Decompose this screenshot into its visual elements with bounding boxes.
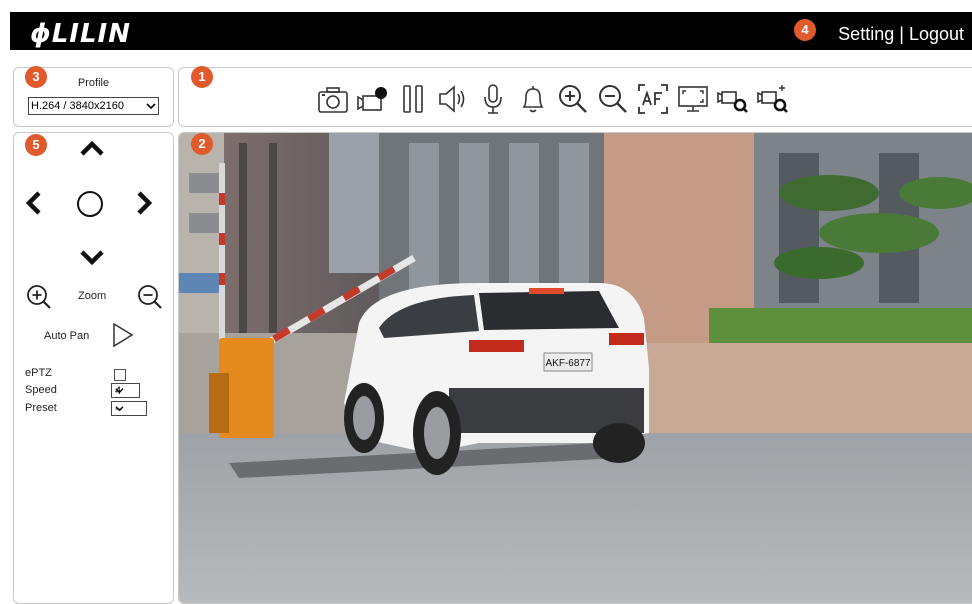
zoom-out-button[interactable] xyxy=(595,81,631,117)
snapshot-icon xyxy=(318,87,348,113)
speaker-icon xyxy=(439,85,465,113)
callout-badge-profile: 3 xyxy=(25,66,47,88)
digital-zoom-plus-icon xyxy=(757,85,788,113)
speaker-button[interactable] xyxy=(435,81,471,117)
record-button[interactable] xyxy=(355,81,391,117)
alarm-button[interactable] xyxy=(515,81,551,117)
callout-badge-video: 2 xyxy=(191,133,213,155)
pause-icon xyxy=(403,85,423,113)
callout-badge-ptz: 5 xyxy=(25,134,47,156)
preset-label: Preset xyxy=(25,402,57,414)
chevron-down-icon xyxy=(146,103,156,110)
preset-select[interactable]: -- xyxy=(111,401,147,416)
zoom-label: Zoom xyxy=(78,290,107,302)
fullscreen-icon xyxy=(678,86,708,112)
ptz-zoom-out-button[interactable] xyxy=(136,283,164,311)
license-plate-text: AKF-6877 xyxy=(545,358,590,369)
fullscreen-button[interactable] xyxy=(675,81,711,117)
speed-label: Speed xyxy=(25,384,57,396)
eptz-checkbox[interactable] xyxy=(114,369,126,381)
ptz-zoom-in-button[interactable] xyxy=(25,283,53,311)
record-icon xyxy=(357,87,387,111)
autofocus-icon xyxy=(638,84,668,114)
ptz-home-button[interactable] xyxy=(75,189,105,219)
toolbar-panel xyxy=(178,67,972,127)
speed-select[interactable]: 4 xyxy=(111,383,140,398)
callout-badge-header: 4 xyxy=(794,19,816,41)
profile-select-value: H.264 / 3840x2160 xyxy=(31,100,124,112)
video-view[interactable]: AKF-6877 xyxy=(178,132,972,604)
zoom-in-button[interactable] xyxy=(555,81,591,117)
chevron-down-icon xyxy=(115,388,124,394)
microphone-icon xyxy=(484,84,502,114)
profile-select[interactable]: H.264 / 3840x2160 xyxy=(28,97,159,115)
logo-mark-icon: ϕ xyxy=(30,19,52,49)
digital-zoom-plus-button[interactable] xyxy=(755,81,791,117)
alarm-bell-icon xyxy=(522,86,544,113)
header-links: Setting | Logout xyxy=(838,24,964,45)
auto-pan-label: Auto Pan xyxy=(44,330,90,342)
callout-badge-toolbar: 1 xyxy=(191,66,213,88)
lilin-logo: ϕLILIN xyxy=(30,19,131,49)
header-separator: | xyxy=(899,24,904,44)
toolbar xyxy=(315,81,791,117)
chevron-down-icon xyxy=(115,406,124,412)
ptz-up-button[interactable] xyxy=(78,137,106,159)
zoom-in-icon xyxy=(559,85,587,113)
eptz-label: ePTZ xyxy=(25,367,52,379)
camera-live-image: AKF-6877 xyxy=(179,133,972,603)
digital-zoom-icon xyxy=(717,91,748,113)
logout-link[interactable]: Logout xyxy=(909,24,964,44)
digital-zoom-button[interactable] xyxy=(715,81,751,117)
logo-text: LILIN xyxy=(51,19,131,49)
autofocus-button[interactable] xyxy=(635,81,671,117)
microphone-button[interactable] xyxy=(475,81,511,117)
ptz-right-button[interactable] xyxy=(134,189,156,217)
header-bar: ϕLILIN Setting | Logout xyxy=(10,12,972,50)
zoom-out-icon xyxy=(599,85,627,113)
ptz-down-button[interactable] xyxy=(78,247,106,269)
snapshot-button[interactable] xyxy=(315,81,351,117)
ptz-panel: Zoom Auto Pan ePTZ Speed 4 Preset -- xyxy=(13,132,174,604)
ptz-left-button[interactable] xyxy=(22,189,44,217)
setting-link[interactable]: Setting xyxy=(838,24,894,44)
pause-button[interactable] xyxy=(395,81,431,117)
auto-pan-play-button[interactable] xyxy=(110,321,136,349)
